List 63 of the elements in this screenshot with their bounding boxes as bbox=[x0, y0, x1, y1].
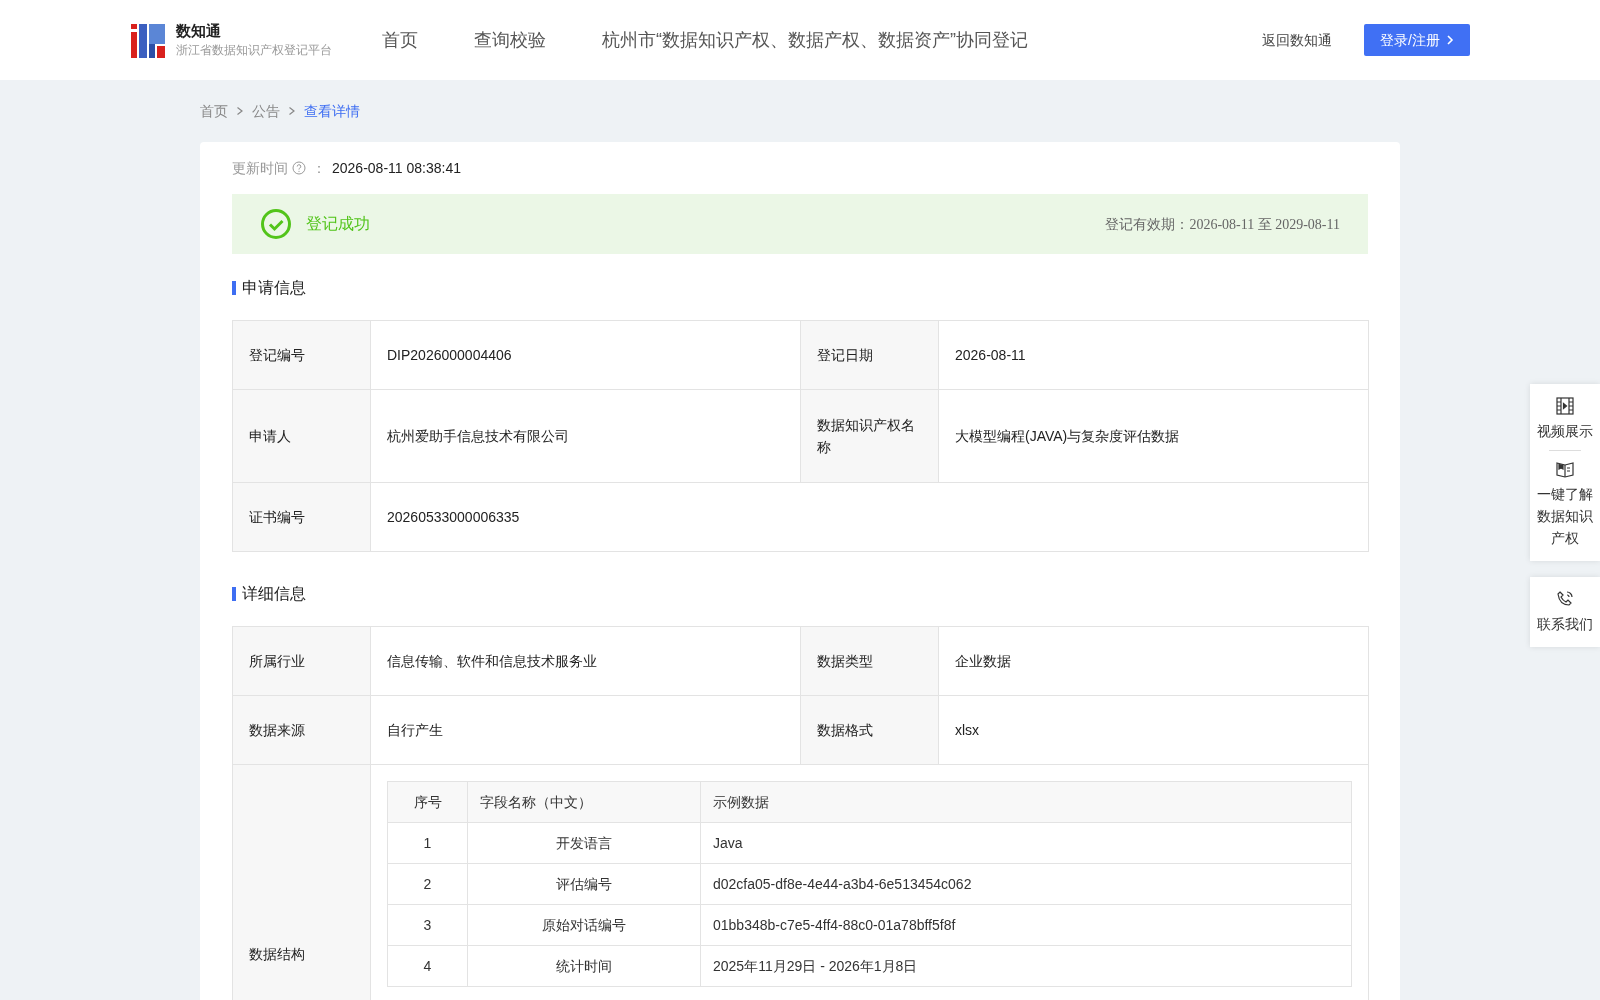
side-tool-link[interactable]: 联系我们 bbox=[1530, 587, 1600, 637]
table-cell: d02cfa05-df8e-4e44-a3b4-6e513454c062 bbox=[700, 863, 1352, 905]
field-label: 数据格式 bbox=[800, 695, 939, 765]
column-header: 字段名称（中文） bbox=[467, 781, 701, 823]
section-marker bbox=[232, 587, 236, 601]
section-title: 申请信息 bbox=[242, 278, 306, 298]
field-value: 自行产生 bbox=[370, 695, 801, 765]
table-cell: 2025年11月29日 - 2026年1月8日 bbox=[700, 945, 1352, 987]
chevron-right-icon bbox=[236, 106, 244, 116]
field-value: 企业数据 bbox=[938, 626, 1369, 696]
table-cell: 2 bbox=[387, 863, 468, 905]
side-tool-link[interactable]: 一键了解数据知识产权 bbox=[1530, 457, 1600, 551]
field-value: 2026-08-11 bbox=[938, 320, 1369, 390]
field-label: 登记编号 bbox=[232, 320, 371, 390]
side-tool-link[interactable]: 视频展示 bbox=[1530, 394, 1600, 444]
field-value: 信息传输、软件和信息技术服务业 bbox=[370, 626, 801, 696]
table-cell: 3 bbox=[387, 904, 468, 946]
logo-subtitle: 浙江省数据知识产权登记平台 bbox=[176, 42, 332, 59]
field-label: 证书编号 bbox=[232, 482, 371, 552]
help-icon bbox=[292, 161, 306, 175]
field-label: 数据知识产权名称 bbox=[800, 389, 939, 483]
nav-link[interactable]: 首页 bbox=[382, 26, 418, 54]
section-title: 详细信息 bbox=[242, 584, 306, 604]
table-cell: Java bbox=[700, 822, 1352, 864]
check-circle-icon bbox=[260, 208, 292, 240]
field-value: 杭州爱助手信息技术有限公司 bbox=[370, 389, 801, 483]
update-time-label: 更新时间 bbox=[232, 158, 288, 178]
table-cell: 4 bbox=[387, 945, 468, 987]
logo-icon bbox=[130, 22, 166, 58]
field-value: 大模型编程(JAVA)与复杂度评估数据 bbox=[938, 389, 1369, 483]
book-icon bbox=[1555, 459, 1575, 479]
column-header: 示例数据 bbox=[700, 781, 1352, 823]
login-button[interactable]: 登录/注册 bbox=[1364, 24, 1470, 56]
field-value: xlsx bbox=[938, 695, 1369, 765]
table-cell: 统计时间 bbox=[467, 945, 701, 987]
field-label: 数据来源 bbox=[232, 695, 371, 765]
section-marker bbox=[232, 281, 236, 295]
field-label: 登记日期 bbox=[800, 320, 939, 390]
field-label: 所属行业 bbox=[232, 626, 371, 696]
table-cell: 评估编号 bbox=[467, 863, 701, 905]
update-time-value: 2026-08-11 08:38:41 bbox=[332, 158, 461, 178]
table-cell: 原始对话编号 bbox=[467, 904, 701, 946]
column-header: 序号 bbox=[387, 781, 468, 823]
back-link[interactable]: 返回数知通 bbox=[1262, 29, 1333, 51]
status-text: 登记成功 bbox=[306, 214, 371, 234]
phone-icon bbox=[1555, 589, 1575, 609]
field-label: 数据类型 bbox=[800, 626, 939, 696]
film-icon bbox=[1555, 396, 1575, 416]
field-label: 申请人 bbox=[232, 389, 371, 483]
table-cell: 01bb348b-c7e5-4ff4-88c0-01a78bff5f8f bbox=[700, 904, 1352, 946]
logo-name: 数知通 bbox=[176, 21, 222, 41]
chevron-right-icon bbox=[288, 106, 296, 116]
breadcrumb-link[interactable]: 查看详情 bbox=[304, 100, 360, 122]
colon-separator: ： bbox=[312, 158, 326, 178]
field-value: DIP2026000004406 bbox=[370, 320, 801, 390]
nav-link[interactable]: 查询校验 bbox=[474, 26, 546, 54]
field-value: 20260533000006335 bbox=[370, 482, 1369, 552]
validity-text: 登记有效期：2026-08-11 至 2029-08-11 bbox=[1105, 215, 1340, 234]
field-label: 数据结构 bbox=[232, 764, 371, 1000]
chevron-right-icon bbox=[1446, 34, 1454, 46]
table-cell: 1 bbox=[387, 822, 468, 864]
table-cell: 开发语言 bbox=[467, 822, 701, 864]
nav-link[interactable]: 杭州市“数据知识产权、数据产权、数据资产”协同登记 bbox=[602, 26, 1028, 54]
